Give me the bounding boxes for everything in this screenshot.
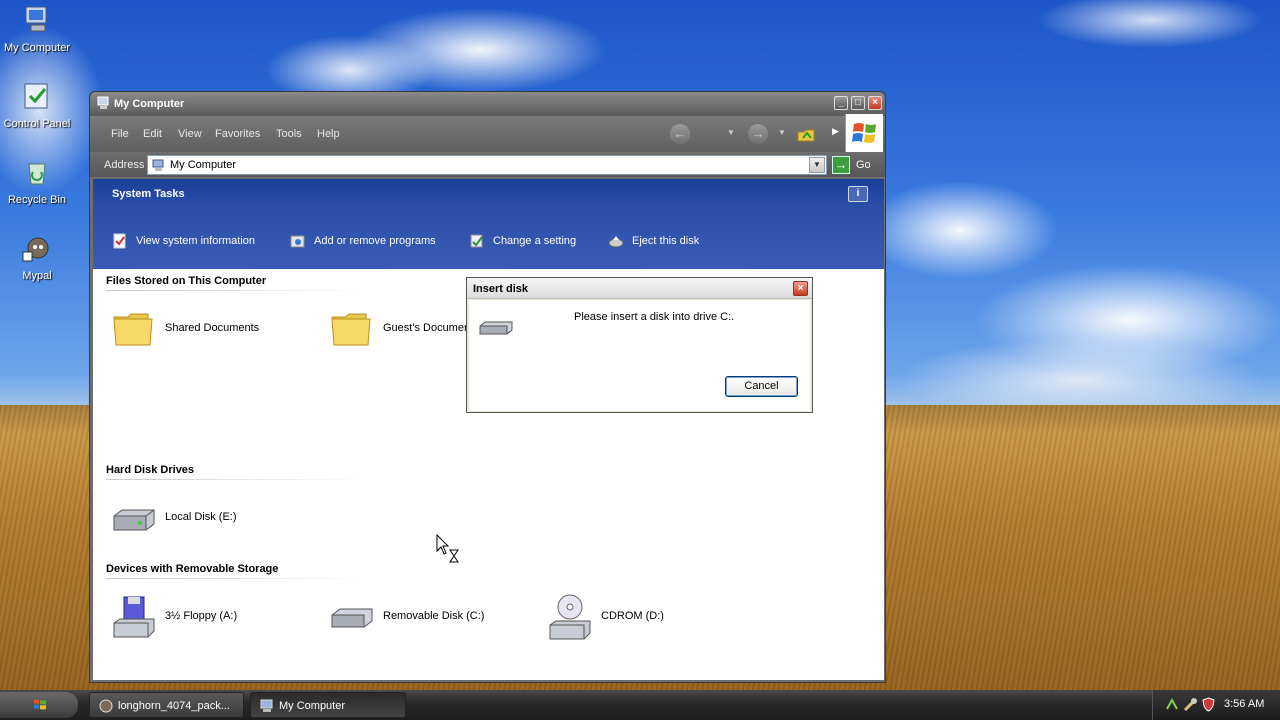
task-label: Add or remove programs: [314, 234, 436, 247]
item-label: CDROM (D:): [601, 610, 664, 622]
menu-edit[interactable]: Edit: [143, 128, 162, 140]
group-divider: [106, 578, 368, 579]
removable-disk-icon: [331, 608, 373, 628]
tools-icon[interactable]: [1183, 697, 1198, 712]
my-computer-icon: [260, 699, 273, 712]
menu-view[interactable]: View: [178, 128, 202, 140]
go-label: Go: [856, 159, 871, 171]
menu-tools[interactable]: Tools: [276, 128, 302, 140]
system-tasks-title: System Tasks: [112, 188, 185, 200]
close-button[interactable]: ×: [868, 96, 882, 110]
address-dropdown-button[interactable]: ▼: [809, 157, 825, 173]
start-button[interactable]: [0, 692, 78, 718]
my-computer-icon: [97, 96, 109, 109]
desktop-icon-label: Recycle Bin: [7, 194, 67, 206]
address-bar: Address My Computer ▼ → Go: [90, 153, 885, 177]
menu-help[interactable]: Help: [317, 128, 340, 140]
taskbar-clock[interactable]: 3:56 AM: [1224, 698, 1264, 710]
menu-favorites[interactable]: Favorites: [215, 128, 260, 140]
desktop-icon-recycle-bin[interactable]: Recycle Bin: [0, 156, 74, 206]
eject-icon: [608, 236, 624, 248]
floppy-drive-icon: [113, 596, 155, 638]
forward-dropdown-icon[interactable]: ▼: [778, 128, 786, 137]
item-label: Guest's Documents: [383, 322, 479, 334]
task-label: View system information: [136, 234, 256, 247]
address-label: Address: [104, 159, 145, 171]
task-view-system-information[interactable]: View system information: [112, 233, 255, 249]
maximize-button[interactable]: □: [851, 96, 865, 110]
dialog-titlebar[interactable]: Insert disk ×: [467, 278, 812, 299]
item-label: Local Disk (E:): [165, 511, 237, 523]
menu-file[interactable]: File: [111, 128, 129, 140]
task-label: Eject this disk: [632, 234, 700, 247]
folder-icon: [113, 313, 153, 346]
item-label: 3½ Floppy (A:): [165, 610, 238, 622]
taskbar-button-longhorn[interactable]: longhorn_4074_pack...: [89, 692, 244, 718]
group-title-files: Files Stored on This Computer: [106, 275, 267, 287]
group-divider: [106, 479, 368, 480]
system-tray: 3:56 AM: [1152, 690, 1280, 720]
control-panel-icon: [470, 234, 483, 248]
address-field[interactable]: My Computer ▼: [147, 155, 827, 175]
task-change-a-setting[interactable]: Change a setting: [469, 233, 576, 249]
hard-disk-icon: [113, 509, 155, 531]
security-shield-icon[interactable]: [1201, 697, 1216, 712]
dialog-title: Insert disk: [473, 283, 529, 295]
removable-disk-icon: [479, 321, 513, 335]
item-label: Removable Disk (C:): [383, 610, 485, 622]
cdrom-icon: [549, 594, 591, 640]
windows-logo: [845, 114, 883, 152]
mypal-icon: [22, 237, 49, 262]
task-add-or-remove-programs[interactable]: Add or remove programs: [290, 233, 436, 249]
windows-flag-icon: [852, 123, 876, 143]
mypal-icon: [99, 699, 113, 713]
my-computer-icon: [25, 6, 47, 32]
toolbar-overflow-icon[interactable]: ▶: [832, 126, 839, 137]
system-info-icon: [113, 233, 126, 249]
dialog-body: Please insert a disk into drive C:. Canc…: [469, 300, 810, 411]
task-label: Change a setting: [493, 234, 577, 247]
back-button[interactable]: ←: [670, 124, 690, 144]
desktop-icon-mypal[interactable]: Mypal: [0, 232, 74, 282]
go-button[interactable]: → Go: [832, 156, 882, 174]
desktop-icon-control-panel[interactable]: Control Panel: [0, 80, 74, 130]
menu-bar: File Edit View Favorites Tools Help ← ▼ …: [90, 116, 885, 152]
group-title-hard-disks: Hard Disk Drives: [106, 464, 195, 476]
cancel-button[interactable]: Cancel: [725, 376, 798, 397]
back-dropdown-icon[interactable]: ▼: [727, 128, 735, 137]
folder-icon: [331, 313, 371, 346]
taskbar-button-label: longhorn_4074_pack...: [118, 700, 230, 712]
info-icon[interactable]: i: [848, 186, 868, 202]
add-remove-icon: [290, 235, 305, 248]
address-value: My Computer: [170, 159, 237, 171]
item-label: Shared Documents: [165, 322, 260, 334]
taskbar-button-my-computer[interactable]: My Computer: [250, 692, 406, 718]
desktop-icon-label: Mypal: [22, 270, 52, 282]
task-eject-this-disk[interactable]: Eject this disk: [608, 233, 699, 249]
busy-cursor-icon: [436, 534, 459, 563]
taskbar-button-label: My Computer: [279, 700, 346, 712]
dialog-message: Please insert a disk into drive C:.: [574, 311, 735, 323]
my-computer-icon: [152, 159, 164, 171]
taskbar: longhorn_4074_pack... My Computer 3:56 A…: [0, 690, 1280, 720]
forward-button[interactable]: →: [748, 124, 768, 144]
group-title-removable: Devices with Removable Storage: [106, 563, 279, 575]
up-folder-icon[interactable]: [796, 124, 816, 144]
go-arrow-icon: →: [832, 156, 850, 174]
network-icon[interactable]: [1165, 697, 1180, 712]
desktop-icon-my-computer[interactable]: My Computer: [0, 4, 74, 54]
system-tasks-panel: System Tasks i View system information A…: [93, 179, 884, 269]
recycle-bin-icon: [28, 163, 46, 185]
group-divider: [106, 290, 368, 291]
control-panel-icon: [24, 83, 48, 109]
dialog-close-button[interactable]: ×: [793, 281, 808, 296]
desktop-icon-label: Control Panel: [3, 118, 71, 130]
minimize-button[interactable]: _: [834, 96, 848, 110]
windows-flag-icon: [34, 699, 46, 710]
insert-disk-dialog: Insert disk × Please insert a disk into …: [466, 277, 813, 413]
window-title: My Computer: [114, 98, 185, 110]
window-titlebar[interactable]: My Computer _ □ ×: [90, 92, 885, 116]
desktop-icon-label: My Computer: [3, 42, 71, 54]
